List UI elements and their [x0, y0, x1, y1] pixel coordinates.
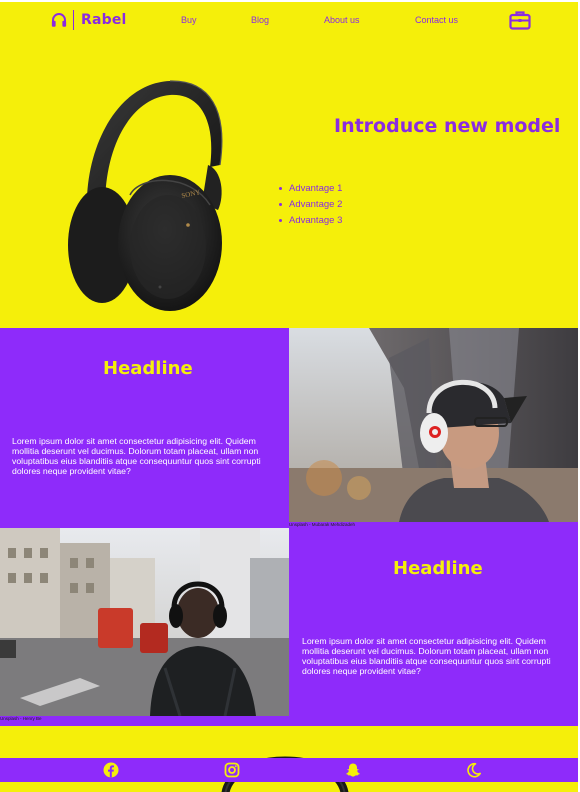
logo-separator	[73, 10, 74, 30]
bullet-icon	[279, 202, 282, 206]
logo[interactable]: Rabel	[50, 10, 127, 30]
feature-section-2: Headline Lorem ipsum dolor sit amet cons…	[289, 528, 578, 726]
section-1-headline: Headline	[103, 358, 193, 379]
list-item: Advantage 3	[279, 212, 342, 228]
header: Rabel Buy Blog About us Contact us	[0, 2, 578, 36]
image-2-caption: Unsplash - Henry Be	[0, 716, 42, 721]
caption-strip	[0, 716, 289, 726]
instagram-icon[interactable]	[224, 762, 240, 778]
product-headphones-image: SONY	[68, 80, 223, 311]
nav-about-us[interactable]: About us	[324, 15, 360, 25]
bullet-icon	[279, 218, 282, 222]
section-1-body: Lorem ipsum dolor sit amet consectetur a…	[12, 436, 261, 476]
moon-icon[interactable]	[466, 762, 482, 778]
facebook-icon[interactable]	[103, 762, 119, 778]
nav-buy[interactable]: Buy	[181, 15, 197, 25]
man-on-street-photo	[0, 528, 289, 716]
hero-title: Introduce new model	[334, 115, 561, 137]
brand-name: Rabel	[81, 12, 127, 28]
footer-bar	[0, 758, 578, 782]
bullet-icon	[279, 186, 282, 190]
list-item: Advantage 2	[279, 196, 342, 212]
feature-section-1: Headline Lorem ipsum dolor sit amet cons…	[0, 328, 289, 528]
advantages-list: Advantage 1 Advantage 2 Advantage 3	[279, 180, 342, 228]
image-1-caption: Unsplash - Mubarak Mehdizadeh	[289, 522, 356, 527]
shopping-bag-icon[interactable]	[509, 10, 531, 30]
page: Rabel Buy Blog About us Contact us SONY …	[0, 0, 580, 792]
snapchat-icon[interactable]	[345, 762, 361, 778]
man-with-headphones-photo	[289, 328, 578, 522]
nav-blog[interactable]: Blog	[251, 15, 269, 25]
section-2-body: Lorem ipsum dolor sit amet consectetur a…	[302, 636, 551, 676]
headphones-logo-icon	[51, 13, 67, 27]
section-2-headline: Headline	[393, 558, 483, 579]
nav-contact-us[interactable]: Contact us	[415, 15, 458, 25]
list-item: Advantage 1	[279, 180, 342, 196]
